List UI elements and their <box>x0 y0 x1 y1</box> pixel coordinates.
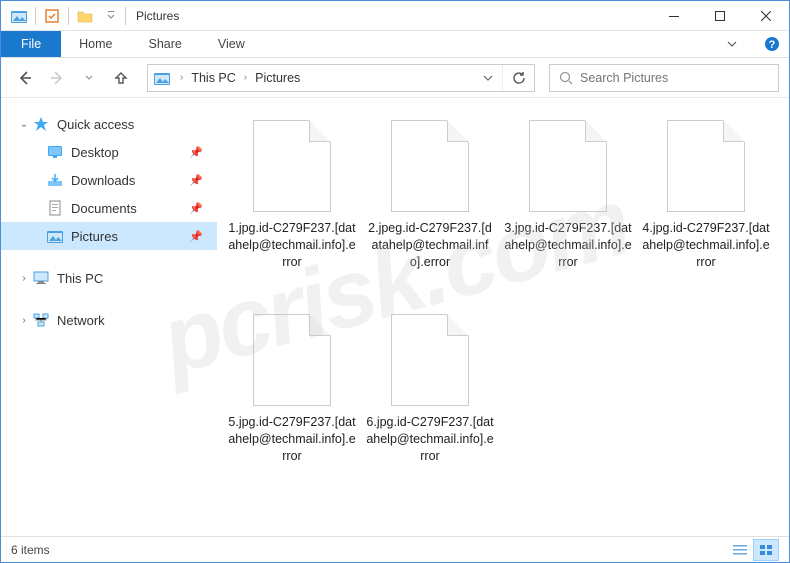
star-icon <box>31 115 51 133</box>
up-button[interactable] <box>107 64 135 92</box>
close-button[interactable] <box>743 1 789 31</box>
sidebar-item-documents[interactable]: Documents 📌 <box>1 194 217 222</box>
ribbon-expand-icon[interactable] <box>709 31 755 57</box>
tree-label: Quick access <box>57 117 217 132</box>
titlebar: Pictures <box>1 1 789 31</box>
back-button[interactable] <box>11 64 39 92</box>
file-item[interactable]: 2.jpeg.id-C279F237.[datahelp@techmail.in… <box>361 112 499 306</box>
titlebar-separator <box>125 7 126 25</box>
file-item[interactable]: 1.jpg.id-C279F237.[datahelp@techmail.inf… <box>223 112 361 306</box>
pin-icon: 📌 <box>189 230 217 243</box>
chevron-right-icon[interactable]: › <box>17 315 31 326</box>
sidebar-item-desktop[interactable]: Desktop 📌 <box>1 138 217 166</box>
qat-folder-icon[interactable] <box>73 5 97 27</box>
file-icon <box>391 120 469 212</box>
icons-view-button[interactable] <box>753 539 779 561</box>
content-area: ⌄ Quick access Desktop 📌 Downloads 📌 Doc <box>1 98 789 536</box>
computer-icon <box>31 269 51 287</box>
search-input[interactable] <box>576 71 778 85</box>
breadcrumb-dropdown-icon[interactable] <box>474 64 502 92</box>
tree-label: Desktop <box>71 145 189 160</box>
search-box[interactable] <box>549 64 779 92</box>
file-icon <box>253 314 331 406</box>
file-area[interactable]: 1.jpg.id-C279F237.[datahelp@techmail.inf… <box>217 98 789 536</box>
qat-separator <box>35 7 36 25</box>
desktop-icon <box>45 143 65 161</box>
pin-icon: 📌 <box>189 174 217 187</box>
details-view-button[interactable] <box>727 539 753 561</box>
breadcrumb[interactable]: › This PC › Pictures <box>147 64 535 92</box>
pictures-icon <box>45 227 65 245</box>
ribbon: File Home Share View ? <box>1 31 789 58</box>
file-item[interactable]: 3.jpg.id-C279F237.[datahelp@techmail.inf… <box>499 112 637 306</box>
sidebar-item-downloads[interactable]: Downloads 📌 <box>1 166 217 194</box>
search-icon <box>556 71 576 85</box>
quick-access-toolbar <box>1 5 123 27</box>
item-count: 6 items <box>11 543 727 557</box>
file-name: 5.jpg.id-C279F237.[datahelp@techmail.inf… <box>223 414 361 465</box>
tree-label: Network <box>57 313 217 328</box>
qat-dropdown-icon[interactable] <box>99 5 123 27</box>
sidebar-item-quick-access[interactable]: ⌄ Quick access <box>1 110 217 138</box>
chevron-right-icon[interactable]: › <box>17 273 31 284</box>
file-name: 3.jpg.id-C279F237.[datahelp@techmail.inf… <box>499 220 637 271</box>
file-icon <box>529 120 607 212</box>
sidebar-item-network[interactable]: › Network <box>1 306 217 334</box>
downloads-icon <box>45 171 65 189</box>
tree-label: Pictures <box>71 229 189 244</box>
navbar: › This PC › Pictures <box>1 58 789 98</box>
breadcrumb-item[interactable]: Pictures <box>253 71 302 85</box>
file-name: 2.jpeg.id-C279F237.[datahelp@techmail.in… <box>361 220 499 271</box>
forward-button[interactable] <box>43 64 71 92</box>
view-toggles <box>727 539 779 561</box>
file-item[interactable]: 5.jpg.id-C279F237.[datahelp@techmail.inf… <box>223 306 361 500</box>
tree-label: Downloads <box>71 173 189 188</box>
recent-dropdown-icon[interactable] <box>75 64 103 92</box>
svg-text:?: ? <box>769 39 776 51</box>
tab-home[interactable]: Home <box>61 31 130 57</box>
tree-separator <box>1 250 217 264</box>
tab-share[interactable]: Share <box>131 31 200 57</box>
pin-icon: 📌 <box>189 146 217 159</box>
qat-properties-icon[interactable] <box>40 5 64 27</box>
file-name: 4.jpg.id-C279F237.[datahelp@techmail.inf… <box>637 220 775 271</box>
file-name: 1.jpg.id-C279F237.[datahelp@techmail.inf… <box>223 220 361 271</box>
tree-label: Documents <box>71 201 189 216</box>
chevron-right-icon[interactable]: › <box>238 72 253 83</box>
documents-icon <box>45 199 65 217</box>
file-name: 6.jpg.id-C279F237.[datahelp@techmail.inf… <box>361 414 499 465</box>
chevron-right-icon[interactable]: › <box>174 72 189 83</box>
sidebar-item-pictures[interactable]: Pictures 📌 <box>1 222 217 250</box>
breadcrumb-item[interactable]: This PC <box>189 71 237 85</box>
tree-label: This PC <box>57 271 217 286</box>
location-icon <box>152 69 172 87</box>
file-icon <box>391 314 469 406</box>
app-icon[interactable] <box>7 5 31 27</box>
file-icon <box>253 120 331 212</box>
window-title: Pictures <box>128 9 651 23</box>
window-controls <box>651 1 789 31</box>
tab-view[interactable]: View <box>200 31 263 57</box>
file-tab[interactable]: File <box>1 31 61 57</box>
refresh-button[interactable] <box>502 65 534 91</box>
pin-icon: 📌 <box>189 202 217 215</box>
minimize-button[interactable] <box>651 1 697 31</box>
qat-separator <box>68 7 69 25</box>
chevron-down-icon[interactable]: ⌄ <box>17 119 31 130</box>
maximize-button[interactable] <box>697 1 743 31</box>
sidebar-item-this-pc[interactable]: › This PC <box>1 264 217 292</box>
sidebar-tree: ⌄ Quick access Desktop 📌 Downloads 📌 Doc <box>1 98 217 536</box>
network-icon <box>31 311 51 329</box>
ribbon-spacer <box>263 31 709 57</box>
help-button[interactable]: ? <box>755 31 789 57</box>
file-icon <box>667 120 745 212</box>
tree-separator <box>1 292 217 306</box>
file-item[interactable]: 6.jpg.id-C279F237.[datahelp@techmail.inf… <box>361 306 499 500</box>
file-item[interactable]: 4.jpg.id-C279F237.[datahelp@techmail.inf… <box>637 112 775 306</box>
statusbar: 6 items <box>1 536 789 562</box>
